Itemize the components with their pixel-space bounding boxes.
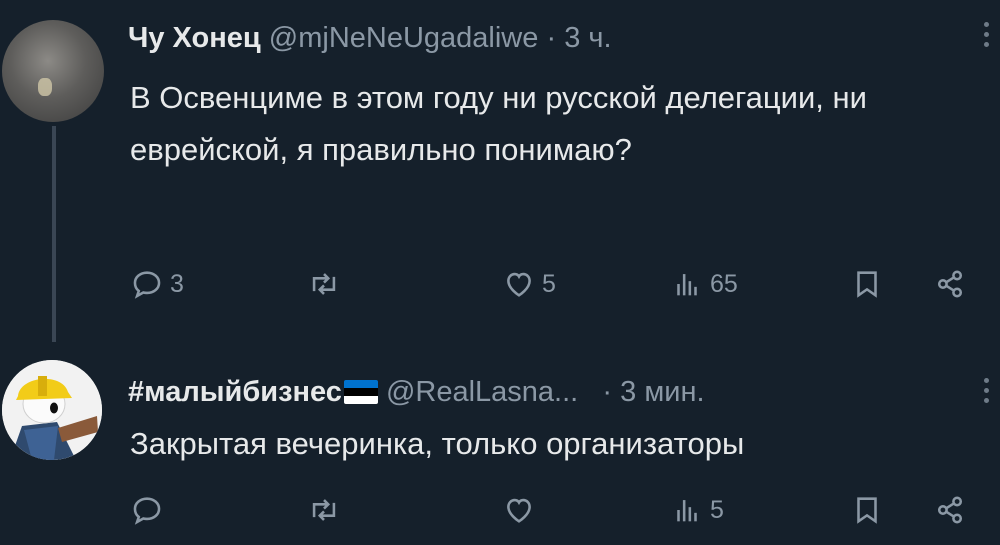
author-handle[interactable]: @RealLasna...: [386, 376, 578, 408]
hard-hat-mascot-image: [2, 360, 102, 460]
timestamp[interactable]: 3 мин.: [620, 376, 704, 408]
avatar[interactable]: [2, 20, 104, 122]
bookmark-icon: [857, 497, 877, 524]
separator-dot: ·: [546, 22, 557, 54]
share-button[interactable]: [933, 488, 967, 532]
avatar[interactable]: [2, 360, 102, 460]
like-icon: [507, 498, 531, 523]
thread-line: [52, 126, 56, 342]
like-button[interactable]: [502, 488, 542, 532]
like-count: 5: [542, 269, 556, 298]
more-options-icon[interactable]: [984, 378, 990, 408]
reply-button[interactable]: [130, 488, 170, 532]
tweet-text: В Освенциме в этом году ни русской делег…: [130, 80, 867, 167]
tweet-header: #малыйбизнес @RealLasna... · 3 мин.: [128, 376, 705, 409]
bookmark-button[interactable]: [850, 262, 884, 306]
tweet[interactable]: #малыйбизнес @RealLasna... · 3 мин. Закр…: [0, 340, 1000, 545]
views-icon: [677, 274, 697, 296]
share-icon: [937, 496, 963, 524]
like-button[interactable]: 5: [502, 262, 556, 306]
separator-dot: ·: [602, 376, 613, 408]
views-button[interactable]: 65: [670, 262, 738, 306]
reply-button[interactable]: 3: [130, 262, 184, 306]
tweet[interactable]: Чу Хонец @mjNeNeUgadaliwe · 3 ч. В Освен…: [0, 0, 1000, 342]
tweet-text: Закрытая вечеринка, только организаторы: [130, 426, 745, 461]
views-button[interactable]: 5: [670, 488, 724, 532]
views-icon: [677, 500, 697, 522]
action-bar: 3 5 65: [130, 262, 990, 306]
timestamp[interactable]: 3 ч.: [564, 22, 611, 54]
reply-icon: [133, 497, 161, 525]
author-handle[interactable]: @mjNeNeUgadaliwe: [269, 22, 539, 54]
tweet-header: Чу Хонец @mjNeNeUgadaliwe · 3 ч.: [128, 22, 612, 55]
repost-button[interactable]: [307, 488, 347, 532]
estonia-flag-icon: [343, 380, 378, 404]
share-button[interactable]: [933, 262, 967, 306]
views-count: 5: [710, 495, 724, 524]
bookmark-icon: [857, 271, 877, 298]
share-icon: [937, 270, 963, 298]
author-name[interactable]: Чу Хонец: [128, 22, 261, 54]
repost-button[interactable]: [307, 262, 347, 306]
more-options-icon[interactable]: [984, 22, 990, 52]
repost-icon: [312, 273, 336, 295]
author-name[interactable]: #малыйбизнес: [128, 376, 342, 408]
action-bar: 5: [130, 488, 990, 532]
like-icon: [507, 272, 531, 297]
bookmark-button[interactable]: [850, 488, 884, 532]
reply-icon: [133, 271, 161, 299]
repost-icon: [312, 499, 336, 521]
views-count: 65: [710, 269, 738, 298]
reply-count: 3: [170, 269, 184, 298]
